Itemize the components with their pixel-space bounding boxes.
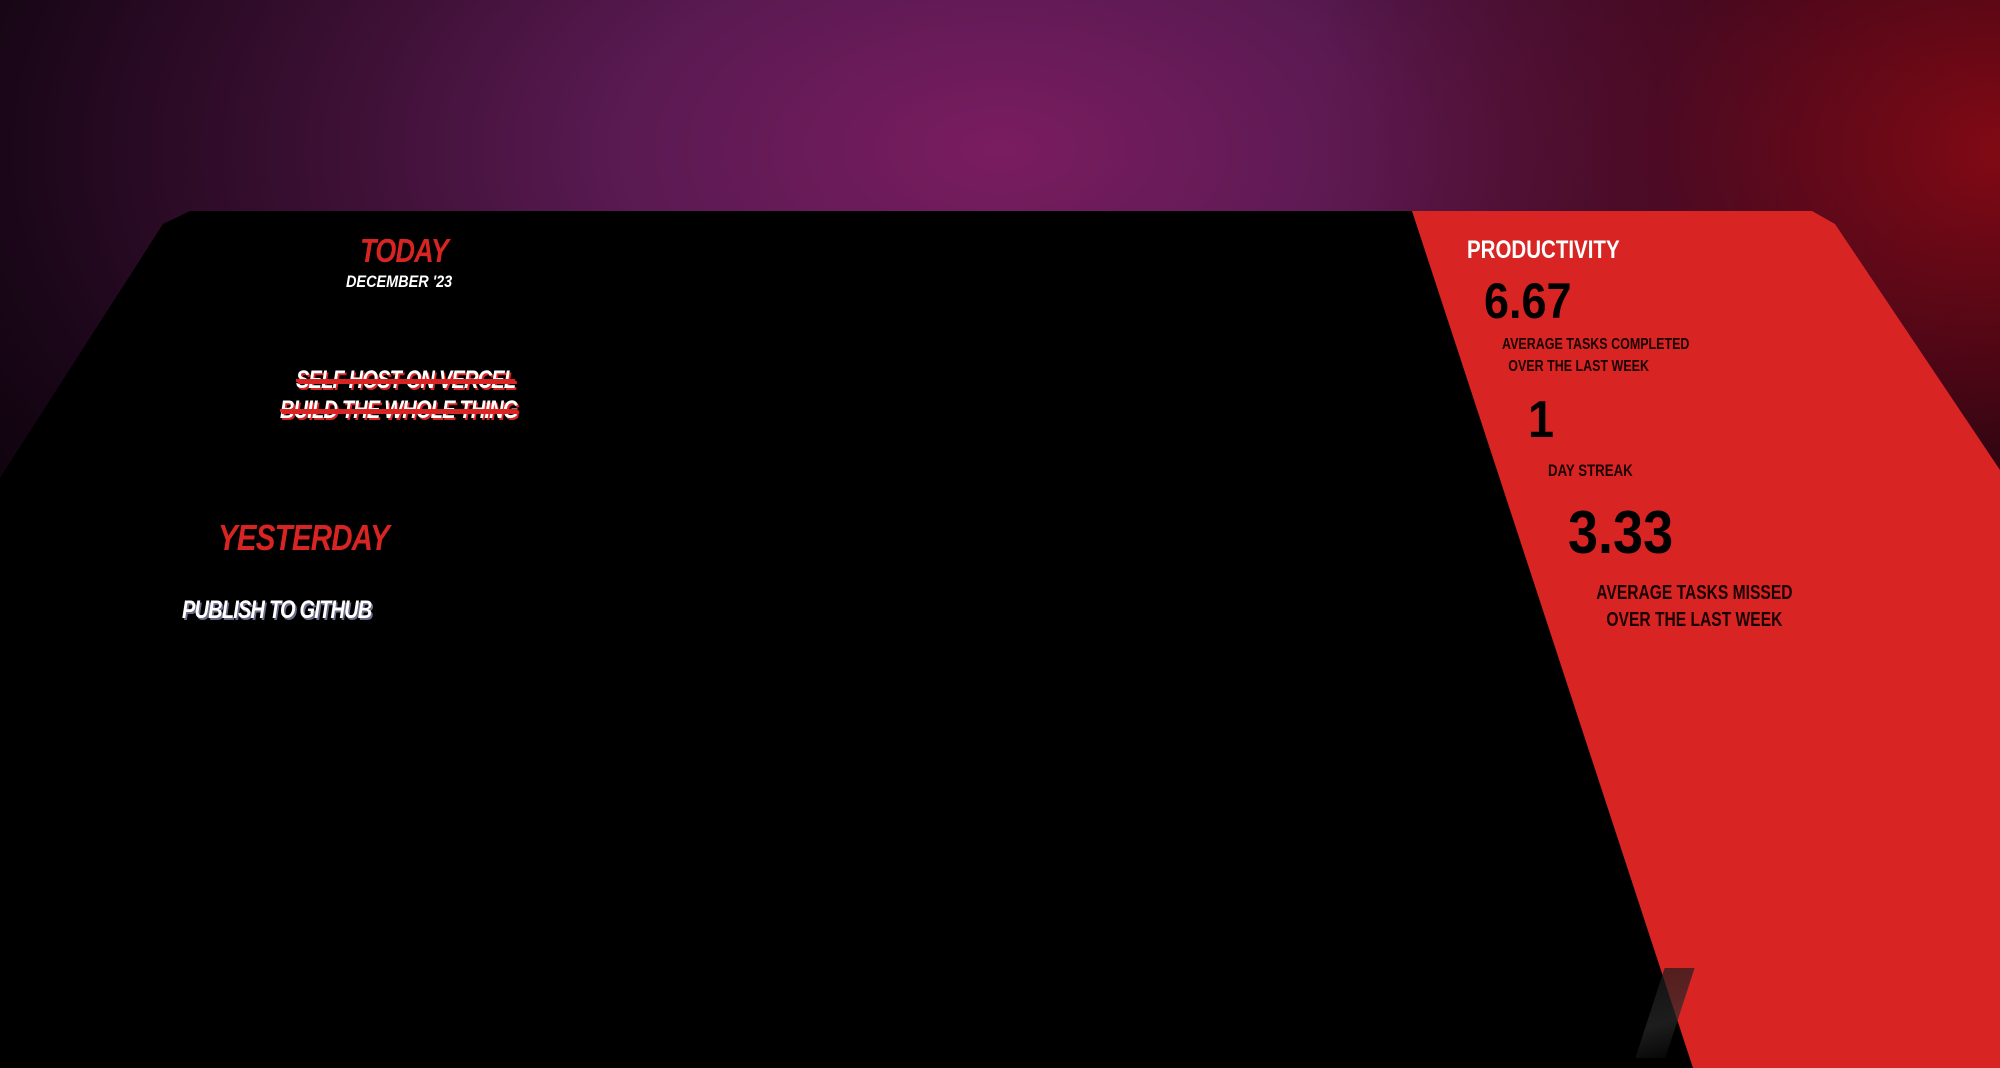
task-item-publish[interactable]: PUBLISH TO GITHUB bbox=[182, 596, 372, 625]
stat-label-line: DAY STREAK bbox=[1548, 461, 1633, 480]
stat-label-line: AVERAGE TASKS MISSED bbox=[1596, 582, 1793, 604]
today-date: DECEMBER '23 bbox=[346, 272, 453, 291]
stat-value-avg-completed: 6.67 bbox=[1484, 273, 1572, 329]
app-stage: TODAY DECEMBER '23 SELF HOST ON VERCEL B… bbox=[0, 0, 2000, 1068]
stat-label-line: OVER THE LAST WEEK bbox=[1508, 357, 1649, 375]
task-item-self-host[interactable]: SELF HOST ON VERCEL bbox=[296, 366, 516, 395]
stat-label-avg-missed: AVERAGE TASKS MISSED OVER THE LAST WEEK bbox=[1593, 580, 1796, 634]
productivity-heading: PRODUCTIVITY bbox=[1467, 236, 1620, 264]
stat-label-line: OVER THE LAST WEEK bbox=[1606, 609, 1783, 631]
today-heading: TODAY bbox=[360, 232, 449, 269]
stat-label-avg-completed: AVERAGE TASKS COMPLETED OVER THE LAST WE… bbox=[1502, 334, 1705, 377]
stat-label-line: AVERAGE TASKS COMPLETED bbox=[1502, 336, 1690, 353]
yesterday-heading: YESTERDAY bbox=[218, 517, 390, 558]
task-item-build[interactable]: BUILD THE WHOLE THING bbox=[280, 396, 518, 425]
stat-value-avg-missed: 3.33 bbox=[1568, 499, 1674, 566]
stat-label-streak: DAY STREAK bbox=[1548, 460, 1704, 483]
stat-value-streak: 1 bbox=[1528, 391, 1555, 449]
